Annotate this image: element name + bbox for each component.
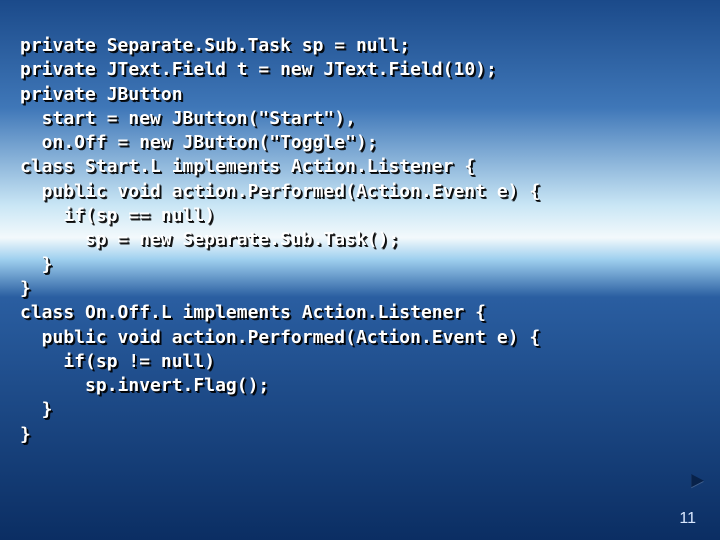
code-block: private Separate.Sub.Task sp = null; pri…	[20, 34, 700, 447]
next-arrow-icon[interactable]: ►	[691, 469, 704, 494]
slide: private Separate.Sub.Task sp = null; pri…	[0, 0, 720, 540]
page-number: 11	[679, 510, 696, 528]
